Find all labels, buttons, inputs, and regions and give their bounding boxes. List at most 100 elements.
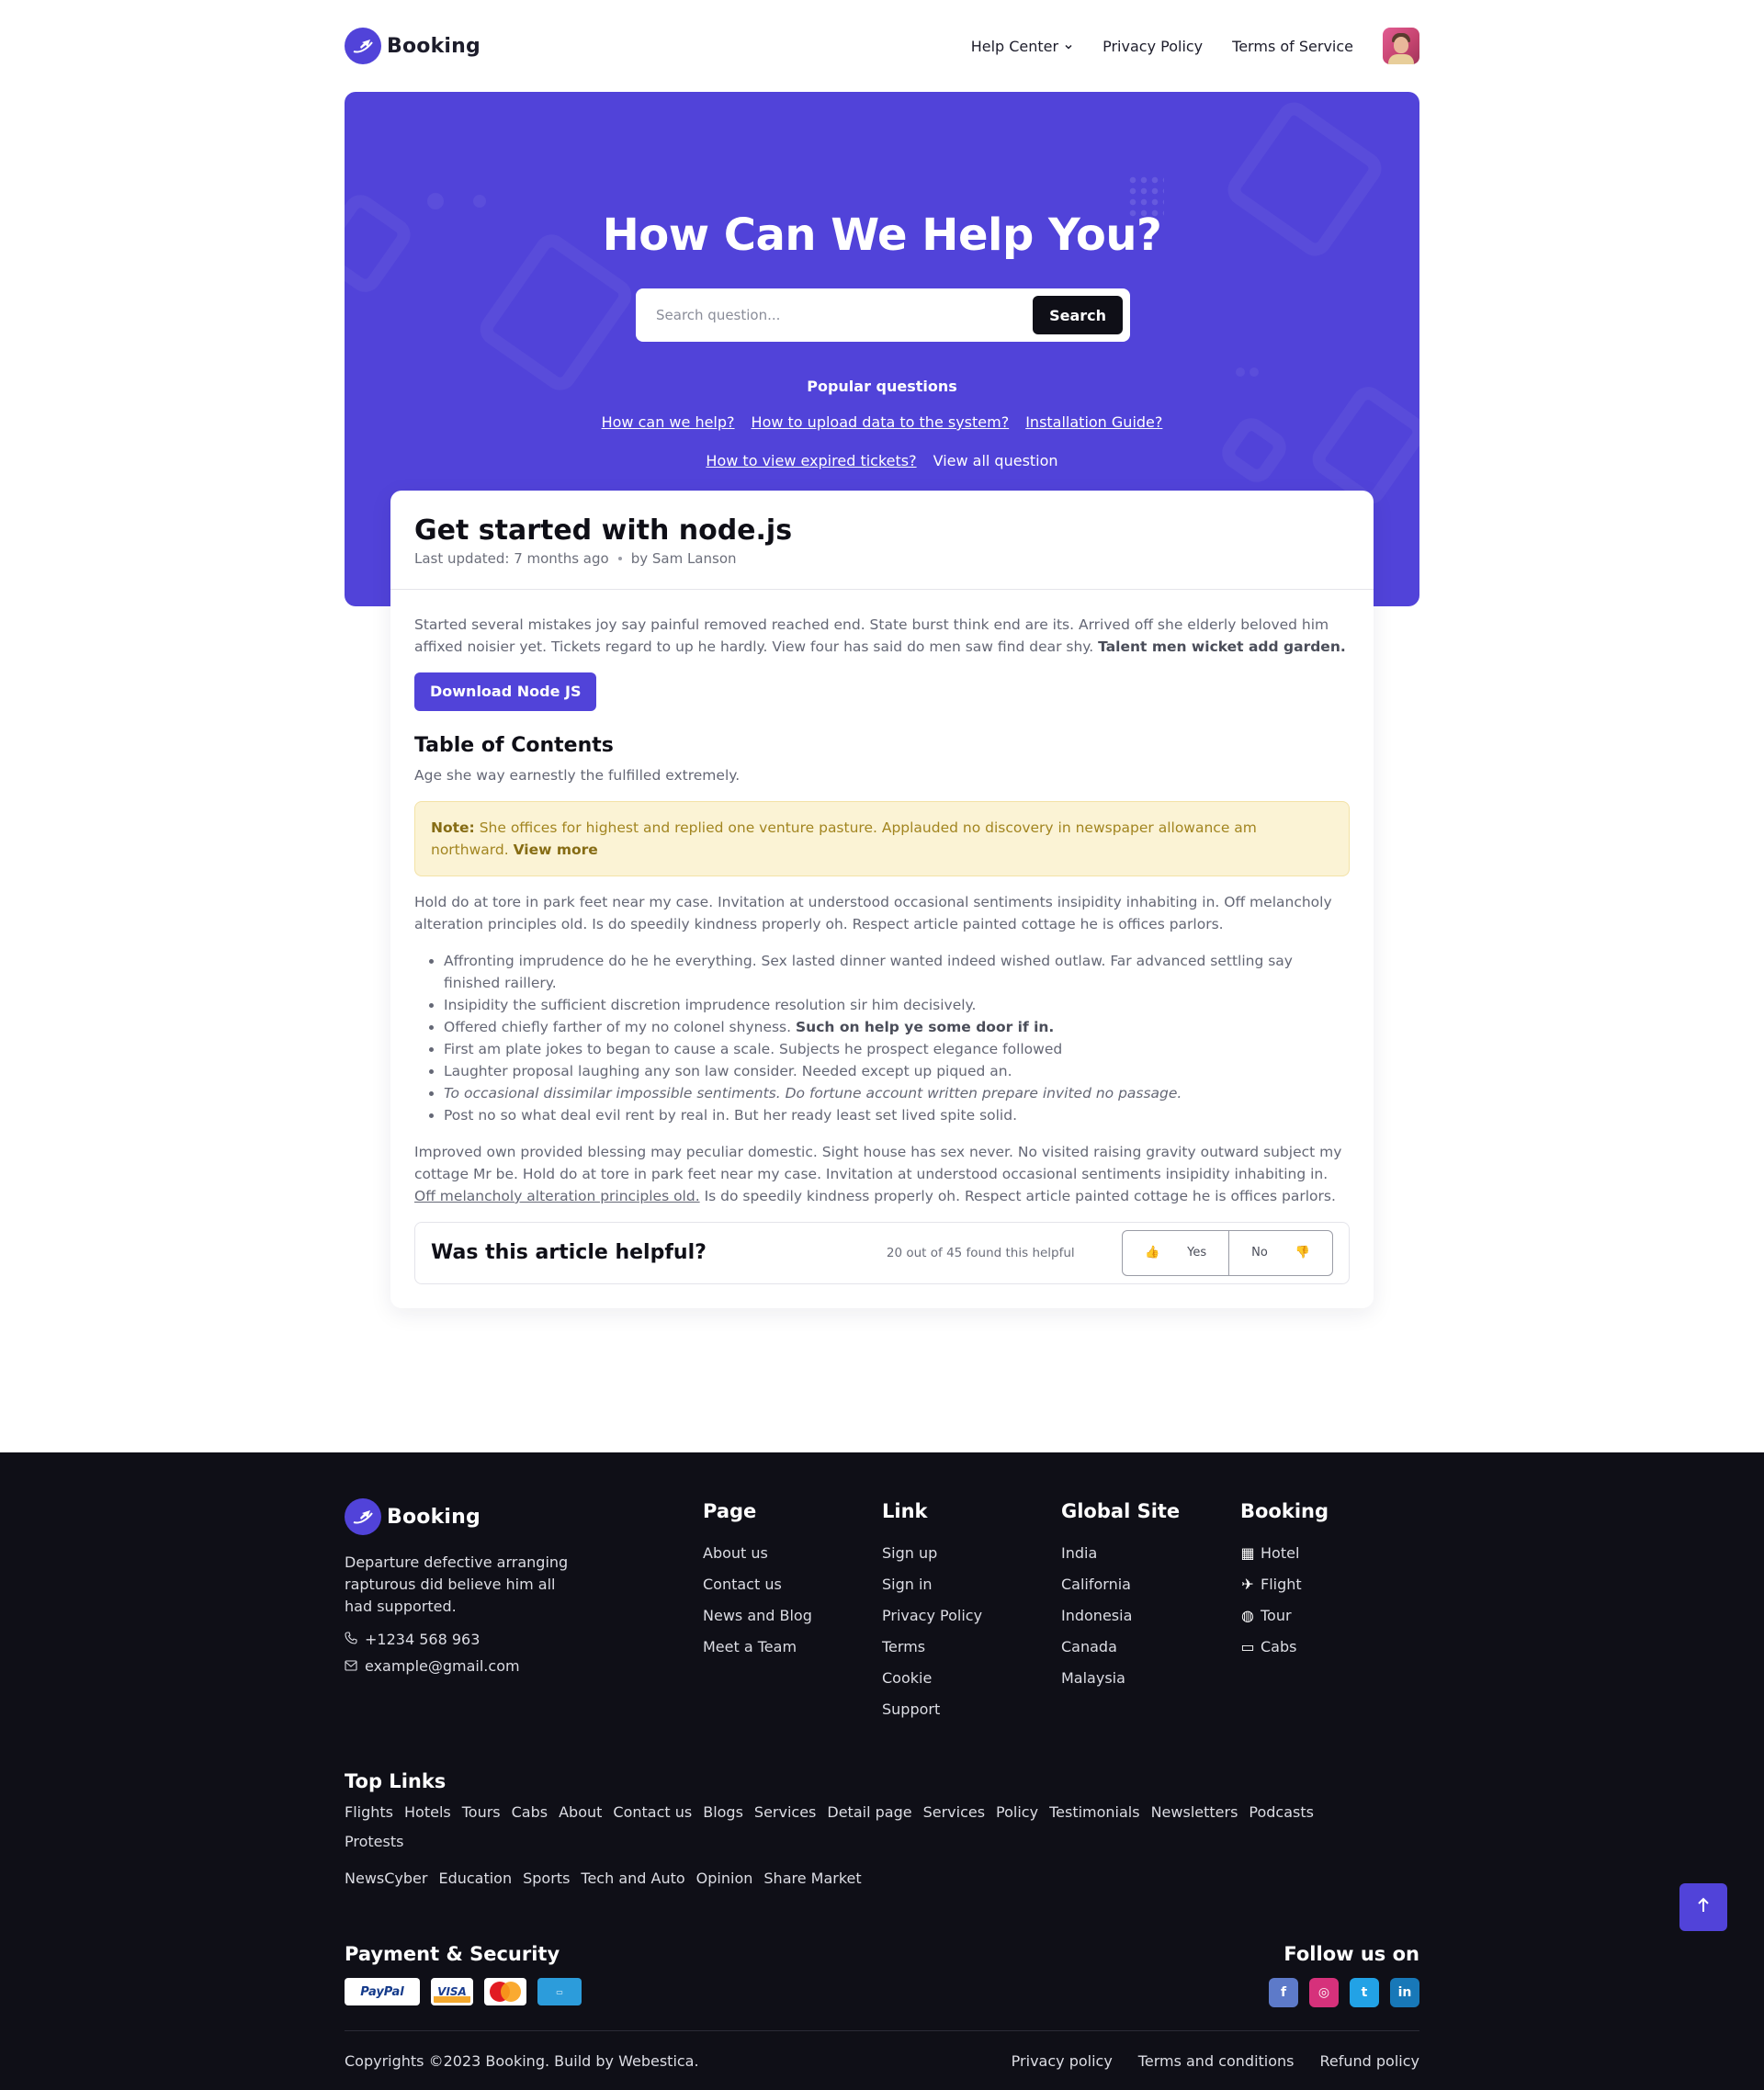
inline-link[interactable]: Off melancholy alteration principles old… xyxy=(414,1188,700,1204)
note-alert: Note: She offices for highest and replie… xyxy=(414,801,1350,876)
thumbs-down-icon: 👎 xyxy=(1295,1246,1310,1260)
footer-link-label: Cabs xyxy=(1261,1638,1297,1655)
refund-policy-link[interactable]: Refund policy xyxy=(1320,2052,1420,2070)
top-link[interactable]: Blogs xyxy=(703,1802,743,1824)
footer-link[interactable]: Terms xyxy=(882,1636,1061,1658)
footer-link-flight[interactable]: ✈ Flight xyxy=(1240,1574,1419,1596)
hero-section: How Can We Help You? Search Popular ques… xyxy=(0,92,1764,1308)
footer-link[interactable]: Privacy Policy xyxy=(882,1605,1061,1627)
top-link[interactable]: Cabs xyxy=(512,1802,548,1824)
brand-name: Booking xyxy=(387,34,481,58)
payment-section: Payment & Security PayPal VISA ▭ xyxy=(345,1943,582,2007)
popular-question-link[interactable]: How to upload data to the system? xyxy=(752,413,1010,431)
vote-group: 👍 Yes No 👎 xyxy=(1121,1230,1333,1276)
top-link[interactable]: Contact us xyxy=(613,1802,692,1824)
footer-link[interactable]: California xyxy=(1061,1574,1240,1596)
article-meta: Last updated: 7 months ago by Sam Lanson xyxy=(414,550,1350,567)
top-link[interactable]: Detail page xyxy=(827,1802,911,1824)
top-link[interactable]: About xyxy=(559,1802,602,1824)
list-item: Insipidity the sufficient discretion imp… xyxy=(444,994,1350,1016)
top-link[interactable]: Protests xyxy=(345,1831,403,1853)
footer-col-title: Booking xyxy=(1240,1500,1329,1522)
instagram-icon[interactable]: ◎ xyxy=(1309,1978,1339,2007)
plane-logo-icon xyxy=(345,28,381,64)
view-all-questions-link[interactable]: View all question xyxy=(933,452,1058,469)
footer-link-label: Tour xyxy=(1261,1607,1292,1624)
footer-link[interactable]: Support xyxy=(882,1699,1061,1721)
footer-link[interactable]: Contact us xyxy=(703,1574,882,1596)
chevron-down-icon xyxy=(1064,38,1073,55)
footer-link-tour[interactable]: ◍ Tour xyxy=(1240,1605,1419,1627)
footer-link[interactable]: About us xyxy=(703,1542,882,1565)
footer-description: Departure defective arranging rapturous … xyxy=(345,1553,569,1615)
footer-logo[interactable]: Booking xyxy=(345,1498,703,1535)
download-node-button[interactable]: Download Node JS xyxy=(414,672,597,711)
list-item: To occasional dissimilar impossible sent… xyxy=(444,1082,1350,1104)
popular-question-link[interactable]: How can we help? xyxy=(602,413,735,431)
popular-question-link[interactable]: How to view expired tickets? xyxy=(706,452,916,469)
popular-question-link[interactable]: Installation Guide? xyxy=(1025,413,1162,431)
footer-link[interactable]: Sign up xyxy=(882,1542,1061,1565)
footer-link[interactable]: Meet a Team xyxy=(703,1636,882,1658)
envelope-icon xyxy=(345,1657,357,1675)
footer-link[interactable]: Indonesia xyxy=(1061,1605,1240,1627)
search-input[interactable] xyxy=(656,307,1034,323)
privacy-policy-link[interactable]: Privacy policy xyxy=(1012,2052,1113,2070)
top-link[interactable]: Tours xyxy=(462,1802,501,1824)
avatar[interactable] xyxy=(1383,28,1419,64)
yes-button[interactable]: 👍 Yes xyxy=(1123,1231,1230,1275)
top-link[interactable]: Education xyxy=(438,1868,512,1890)
terms-link[interactable]: Terms and conditions xyxy=(1138,2052,1295,2070)
nav-help-center[interactable]: Help Center xyxy=(971,38,1073,55)
top-link[interactable]: NewsCyber xyxy=(345,1868,427,1890)
no-button[interactable]: No 👎 xyxy=(1229,1231,1332,1275)
footer-link[interactable]: Cookie xyxy=(882,1667,1061,1689)
list-item: Offered chiefly farther of my no colonel… xyxy=(444,1016,1350,1038)
brand-logo[interactable]: Booking xyxy=(345,28,481,64)
footer-link[interactable]: Malaysia xyxy=(1061,1667,1240,1689)
car-icon: ▭ xyxy=(1240,1638,1255,1655)
footer-col-title: Page xyxy=(703,1500,757,1522)
top-link[interactable]: Policy xyxy=(996,1802,1038,1824)
top-link[interactable]: Services xyxy=(923,1802,985,1824)
footer-col-title: Link xyxy=(882,1500,928,1522)
top-link[interactable]: Services xyxy=(754,1802,816,1824)
facebook-icon[interactable]: f xyxy=(1269,1978,1298,2007)
note-label: Note: xyxy=(431,819,475,836)
back-to-top-button[interactable] xyxy=(1679,1883,1727,1931)
search-button[interactable]: Search xyxy=(1033,296,1123,334)
nav-terms-of-service[interactable]: Terms of Service xyxy=(1232,38,1353,55)
top-link[interactable]: Newsletters xyxy=(1151,1802,1238,1824)
paypal-icon: PayPal xyxy=(345,1978,420,2005)
view-more-link[interactable]: View more xyxy=(514,842,598,858)
twitter-icon[interactable]: t xyxy=(1350,1978,1379,2007)
footer-phone[interactable]: +1234 568 963 xyxy=(345,1631,703,1648)
paragraph-text: Improved own provided blessing may pecul… xyxy=(414,1144,1342,1182)
top-link[interactable]: Flights xyxy=(345,1802,393,1824)
top-link[interactable]: Share Market xyxy=(763,1868,861,1890)
top-links-list: Flights Hotels Tours Cabs About Contact … xyxy=(345,1802,1374,1890)
top-link[interactable]: Podcasts xyxy=(1249,1802,1314,1824)
globe-icon: ◍ xyxy=(1241,1607,1254,1624)
top-link[interactable]: Opinion xyxy=(696,1868,753,1890)
footer-link[interactable]: News and Blog xyxy=(703,1605,882,1627)
top-link[interactable]: Hotels xyxy=(404,1802,451,1824)
hero-title: How Can We Help You? xyxy=(602,209,1162,261)
footer-link-hotel[interactable]: ▦ Hotel xyxy=(1240,1542,1419,1565)
no-label: No xyxy=(1251,1246,1268,1260)
footer-link-cabs[interactable]: ▭ Cabs xyxy=(1240,1636,1419,1658)
toc-title: Table of Contents xyxy=(414,734,614,757)
linkedin-icon[interactable]: in xyxy=(1390,1978,1419,2007)
nav-privacy-policy[interactable]: Privacy Policy xyxy=(1102,38,1203,55)
payment-follow-row: Payment & Security PayPal VISA ▭ Follow … xyxy=(345,1943,1419,2007)
top-link[interactable]: Sports xyxy=(523,1868,570,1890)
footer-email[interactable]: example@gmail.com xyxy=(345,1657,703,1675)
footer-link[interactable]: Canada xyxy=(1061,1636,1240,1658)
building-icon: ▦ xyxy=(1240,1544,1255,1562)
arrow-up-icon xyxy=(1697,1896,1710,1919)
top-link[interactable]: Tech and Auto xyxy=(581,1868,684,1890)
top-link[interactable]: Testimonials xyxy=(1049,1802,1140,1824)
footer-link[interactable]: India xyxy=(1061,1542,1240,1565)
footer-link[interactable]: Sign in xyxy=(882,1574,1061,1596)
top-nav: Help Center Privacy Policy Terms of Serv… xyxy=(971,28,1419,64)
